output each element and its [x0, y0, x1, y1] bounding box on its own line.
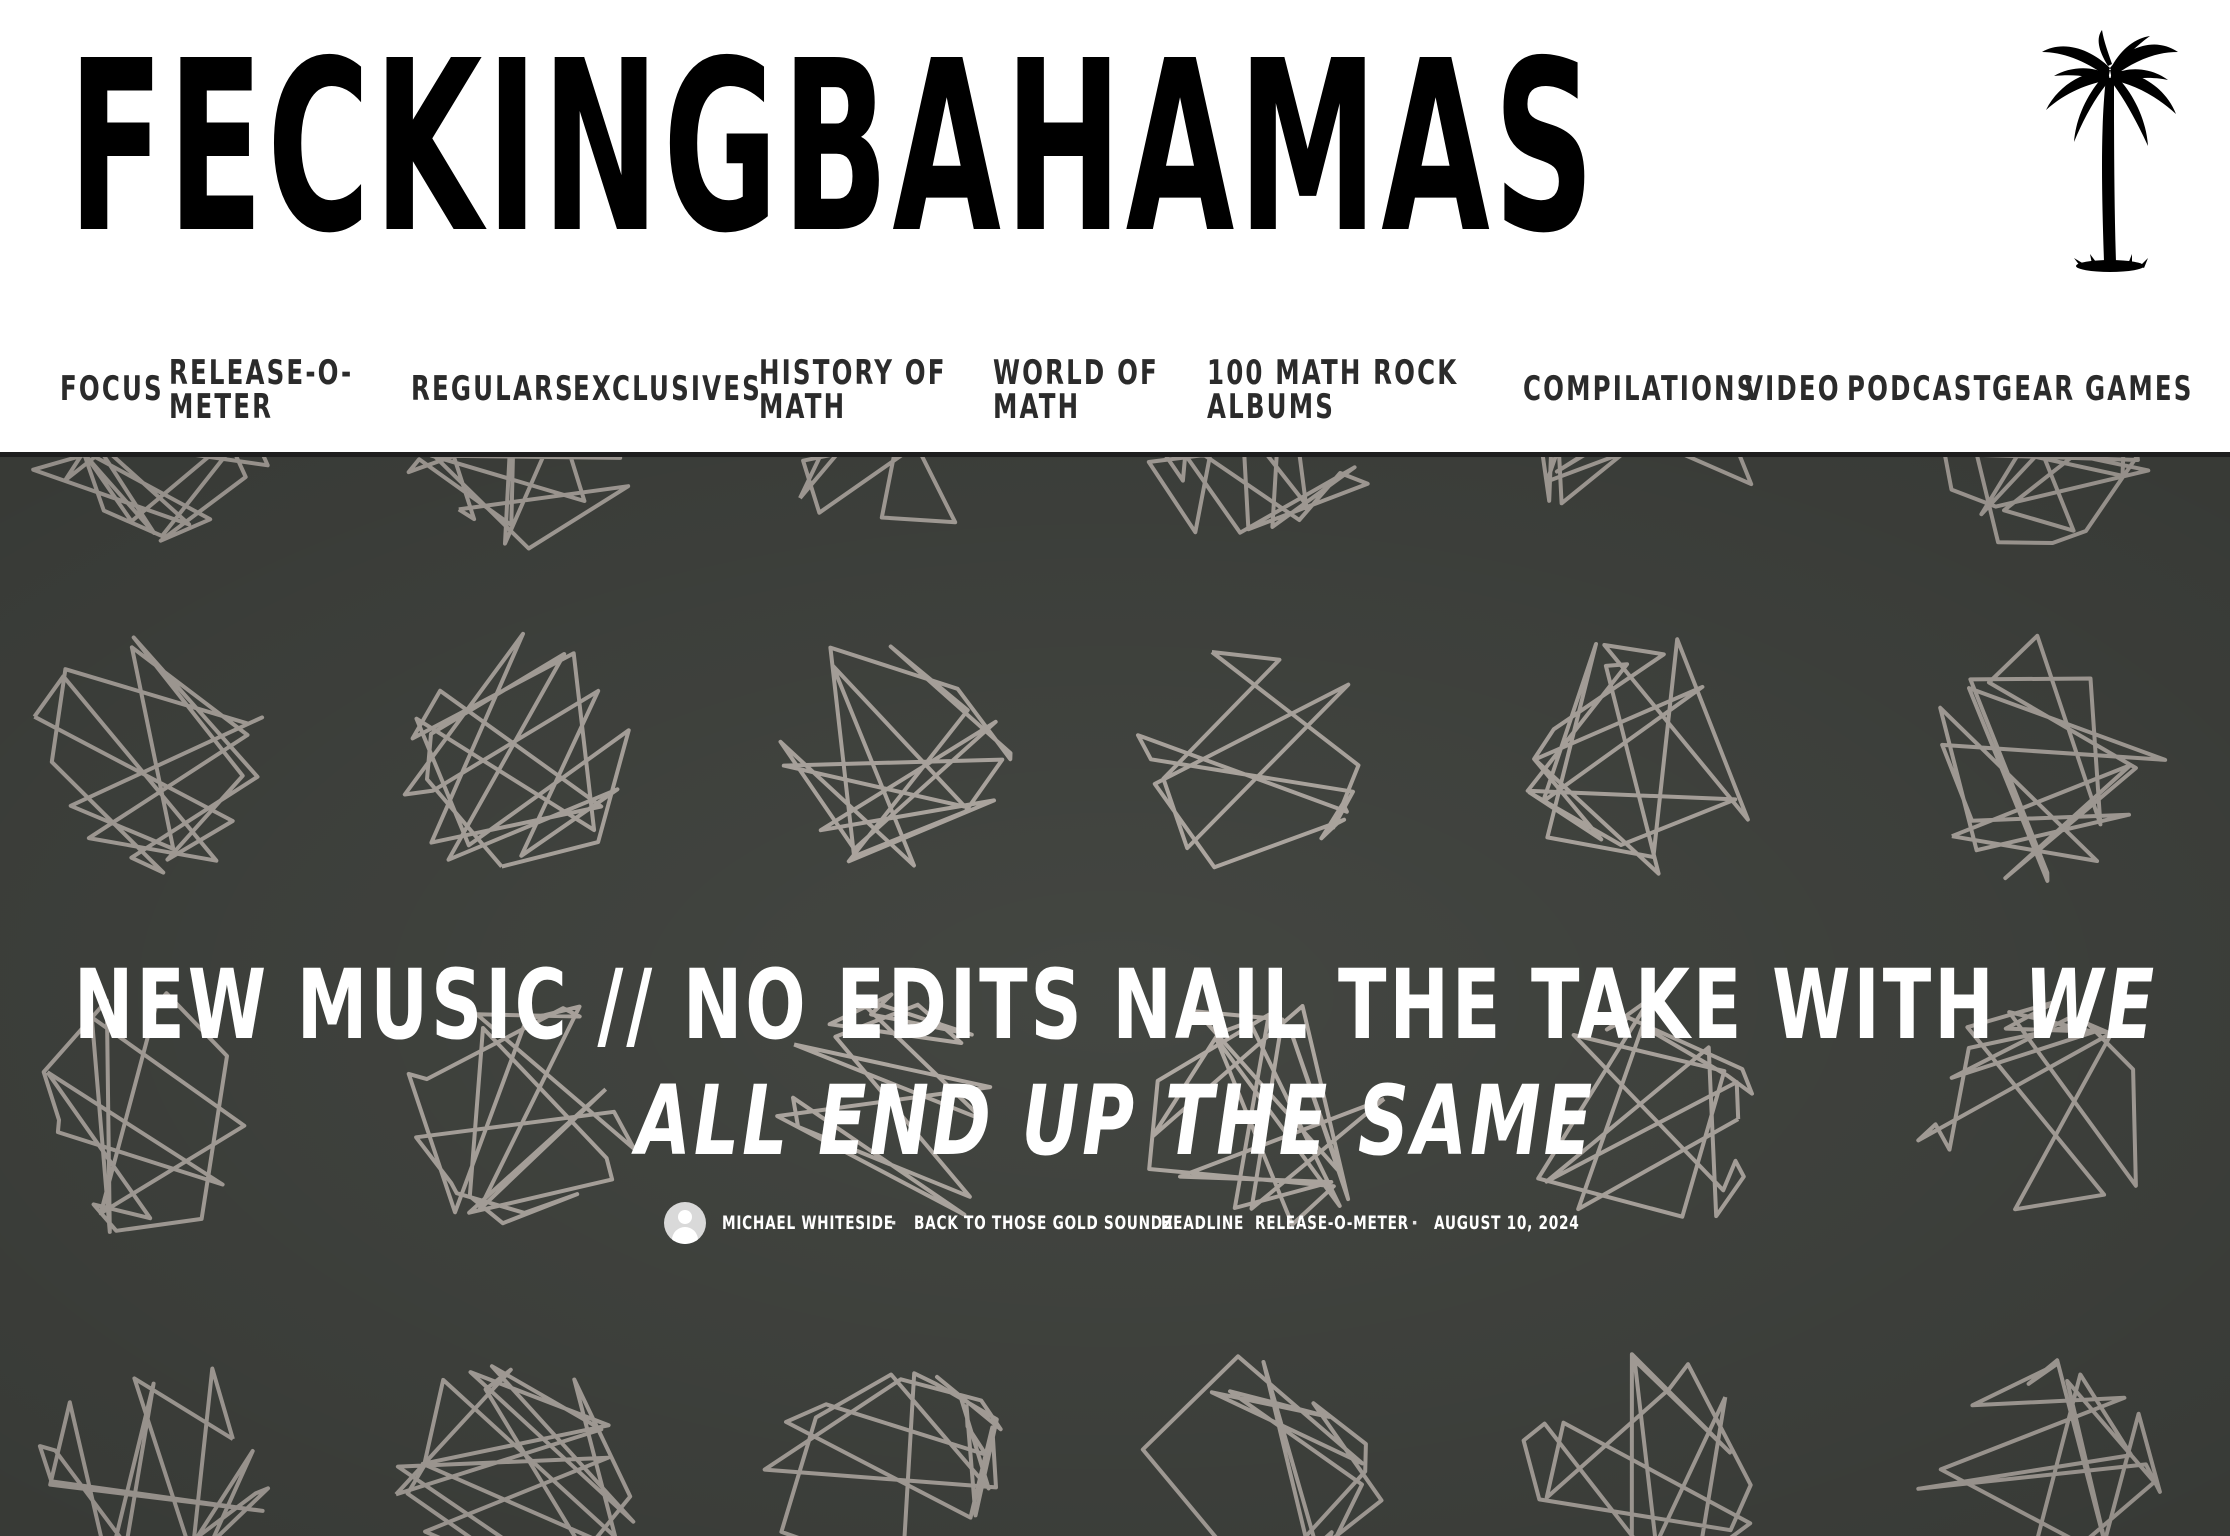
author-link[interactable]: MICHAEL WHITESIDE [722, 1212, 894, 1234]
nav-item-label: VIDEO [1744, 369, 1841, 409]
nav-item-100-math-rock-albums[interactable]: 100 MATH ROCK ALBUMS [1207, 356, 1458, 424]
nav-item-label-line2: MATH [993, 387, 1081, 427]
nav-item-release-o-meter[interactable]: RELEASE-O- METER [169, 356, 353, 424]
nav-item-history-of-math[interactable]: HISTORY OF MATH [759, 356, 947, 424]
nav-item-games[interactable]: GAMES [2085, 372, 2194, 406]
nav-item-label: 100 MATH ROCK [1207, 353, 1459, 393]
nav-item-focus[interactable]: FOCUS [60, 372, 164, 406]
meta-separator: · [1411, 1212, 1420, 1234]
palm-tree-icon[interactable] [2040, 30, 2180, 278]
nav-item-label-line2: MATH [759, 387, 847, 427]
nav-item-label: REGULARS [411, 369, 575, 409]
nav-item-gear[interactable]: GEAR [1992, 372, 2075, 406]
nav-item-world-of-math[interactable]: WORLD OF MATH [993, 356, 1159, 424]
site-header: FECKINGBAHAMAS [0, 0, 2230, 300]
nav-item-label: PODCAST [1847, 369, 1993, 409]
headline-text: NEW MUSIC // NO EDITS NAIL THE TAKE WITH [73, 949, 2025, 1061]
nav-item-exclusives[interactable]: EXCLUSIVES [573, 372, 762, 406]
nav-item-label: GEAR [1992, 369, 2076, 409]
category-link[interactable]: RELEASE-O-METER [1255, 1212, 1409, 1234]
site-logo[interactable]: FECKINGBAHAMAS [68, 30, 1598, 266]
nav-item-label-line2: METER [169, 387, 274, 427]
nav-item-compilations[interactable]: COMPILATIONS [1523, 372, 1756, 406]
nav-item-label: HISTORY OF [759, 353, 947, 393]
article-meta: MICHAEL WHITESIDE · BACK TO THOSE GOLD S… [0, 1202, 2230, 1250]
nav-item-label: WORLD OF [993, 353, 1159, 393]
nav-item-label: EXCLUSIVES [573, 369, 762, 409]
category-link[interactable]: HEADLINE [1161, 1212, 1244, 1234]
nav-item-label-line2: ALBUMS [1207, 387, 1336, 427]
nav-item-label: RELEASE-O- [169, 353, 354, 393]
meta-separator: · [890, 1212, 899, 1234]
nav-item-podcast[interactable]: PODCAST [1847, 372, 1992, 406]
nav-item-regulars[interactable]: REGULARS [411, 372, 575, 406]
nav-item-label: GAMES [2085, 369, 2194, 409]
nav-item-label: COMPILATIONS [1523, 369, 1757, 409]
category-link[interactable]: BACK TO THOSE GOLD SOUNDZ [914, 1212, 1174, 1234]
nav-item-label: FOCUS [60, 369, 164, 409]
nav-item-video[interactable]: VIDEO [1744, 372, 1841, 406]
featured-article-hero[interactable]: NEW MUSIC // NO EDITS NAIL THE TAKE WITH… [0, 457, 2230, 1536]
primary-nav: FOCUS RELEASE-O- METER REGULARS EXCLUSIV… [0, 330, 2230, 450]
publish-date: AUGUST 10, 2024 [1434, 1212, 1580, 1234]
author-avatar[interactable] [664, 1202, 706, 1244]
article-headline[interactable]: NEW MUSIC // NO EDITS NAIL THE TAKE WITH… [40, 947, 2190, 1179]
